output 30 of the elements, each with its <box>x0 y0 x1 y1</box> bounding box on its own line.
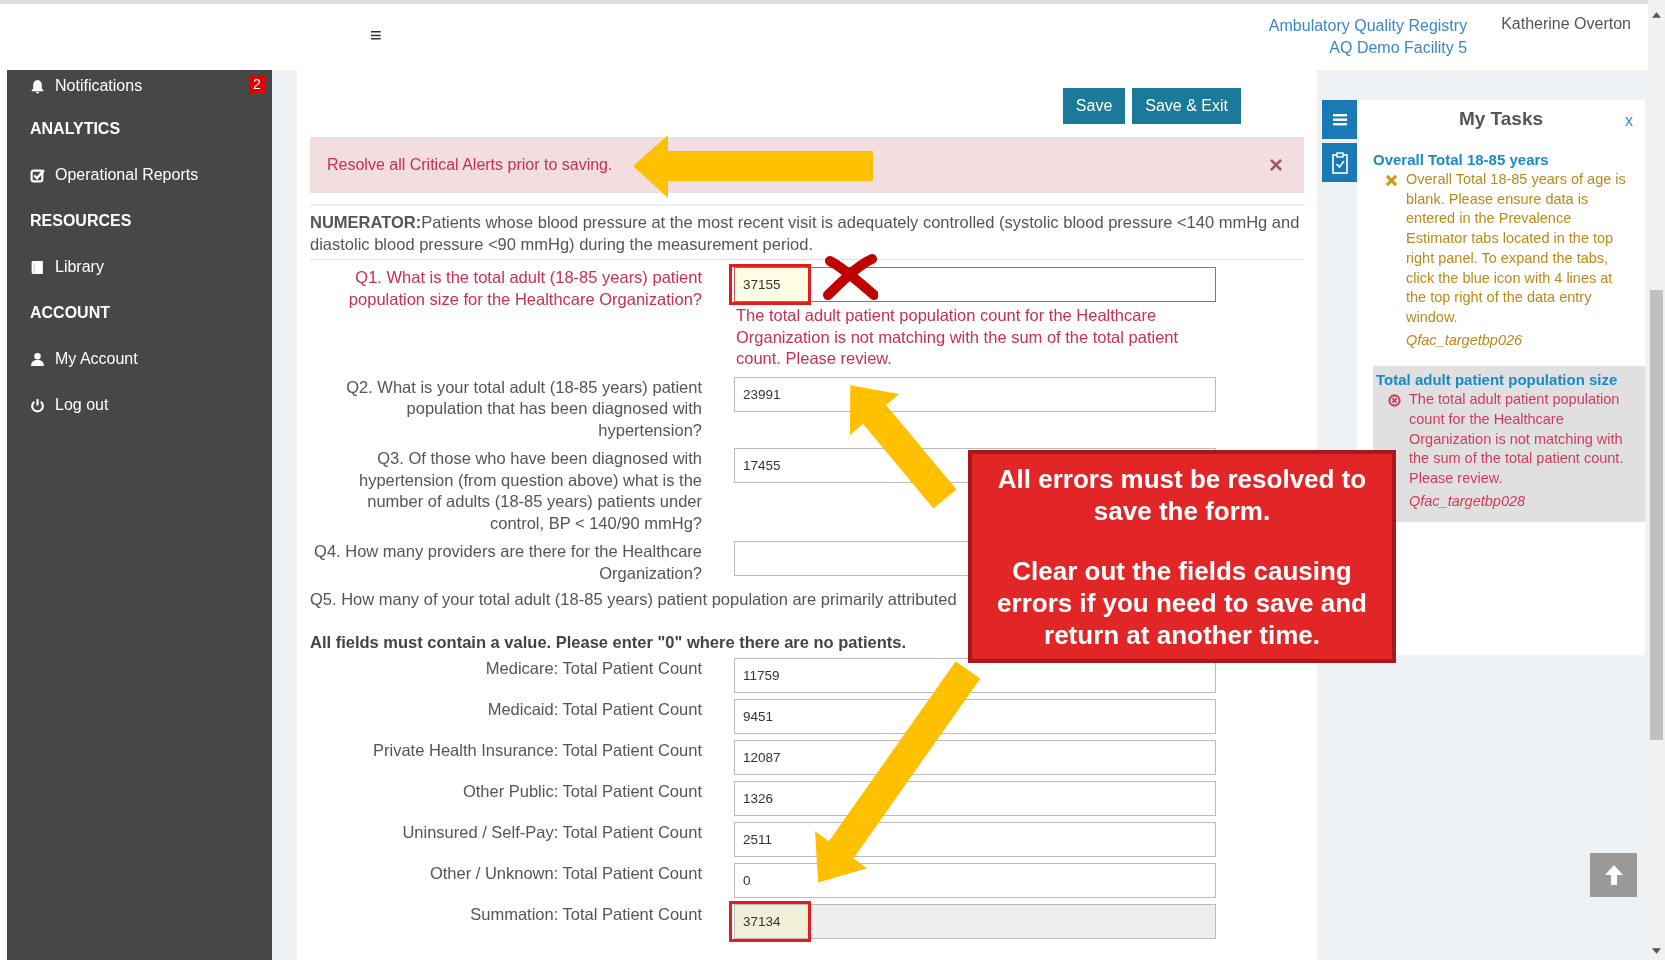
question-label: Q2. What is your total adult (18-85 years) patient population that has been diagnosed with hypertension? <box>345 376 702 441</box>
question-label: Q3. Of those who have been diagnosed with hypertension (from question above) what is the number of adults (18-85 years) patients under control, BP < 140/90 mmHg? <box>357 448 702 534</box>
field-label: Other Public: Total Patient Count <box>461 781 702 802</box>
sidebar-heading: RESOURCES <box>29 211 133 231</box>
task-code: Qfac_targetbp026 <box>1406 330 1524 350</box>
field-label: Medicaid: Total Patient Count <box>486 699 702 720</box>
field-label: Medicare: Total Patient Count <box>484 658 702 679</box>
input-field: 37134 <box>734 904 1216 939</box>
question-label: Q4. How many providers are there for the Healthcare Organization? <box>313 541 702 584</box>
field-label: Summation: Total Patient Count <box>469 904 702 925</box>
question-label: Q1. What is the total adult (18-85 years) patient population size for the Healthcare Organization? <box>347 267 702 310</box>
task-code: Qfac_targetbp028 <box>1409 491 1527 511</box>
task-heading: Total adult patient population size <box>1376 370 1619 391</box>
instruction-text: All fields must contain a value. Please enter "0" where there are no patients. <box>310 633 907 651</box>
task-message: Overall Total 18-85 years of age is blank. Please ensure data is entered in the Prevalence Estimator tabs located in the top right panel. To expand the tabs, click the blue icon with 4 lines at the top right of the data entry window. <box>1406 170 1627 327</box>
sidebar-heading: ANALYTICS <box>29 119 122 139</box>
field-label: Private Health Insurance: Total Patient Count <box>372 740 702 761</box>
sidebar-heading: ACCOUNT <box>29 303 111 323</box>
panel-title: My Tasks <box>1458 108 1544 131</box>
notification-count: 2 <box>249 75 265 93</box>
field-label: Other / Unknown: Total Patient Count <box>428 863 702 884</box>
field-label: Uninsured / Self-Pay: Total Patient Count <box>401 822 702 843</box>
question-label: Q5. How many of your total adult (18-85 years) patient population are primarily attributed <box>310 590 957 608</box>
alert-message: Resolve all Critical Alerts prior to saving. <box>327 156 613 174</box>
task-message: The total adult patient population count for the Healthcare Organization is not matching with the sum of the total patient count. Please review. <box>1409 390 1625 489</box>
error-message: The total adult patient population count for the Healthcare Organization is not matching with the sum of the total patient count. Please review. <box>735 305 1180 369</box>
callout-text: All errors must be resolved to save the form. <box>996 462 1368 527</box>
task-heading: Overall Total 18-85 years <box>1373 150 1550 170</box>
numerator-text: NUMERATOR:Patients whose blood pressure at the most recent visit is adequately controlled (systolic blood pressure <140 mmHg and diastolic blood pressure <90 mmHg) during the measurement period. <box>310 204 1304 260</box>
callout-text: Clear out the fields causing errors if you need to save and return at another time. <box>996 554 1368 651</box>
